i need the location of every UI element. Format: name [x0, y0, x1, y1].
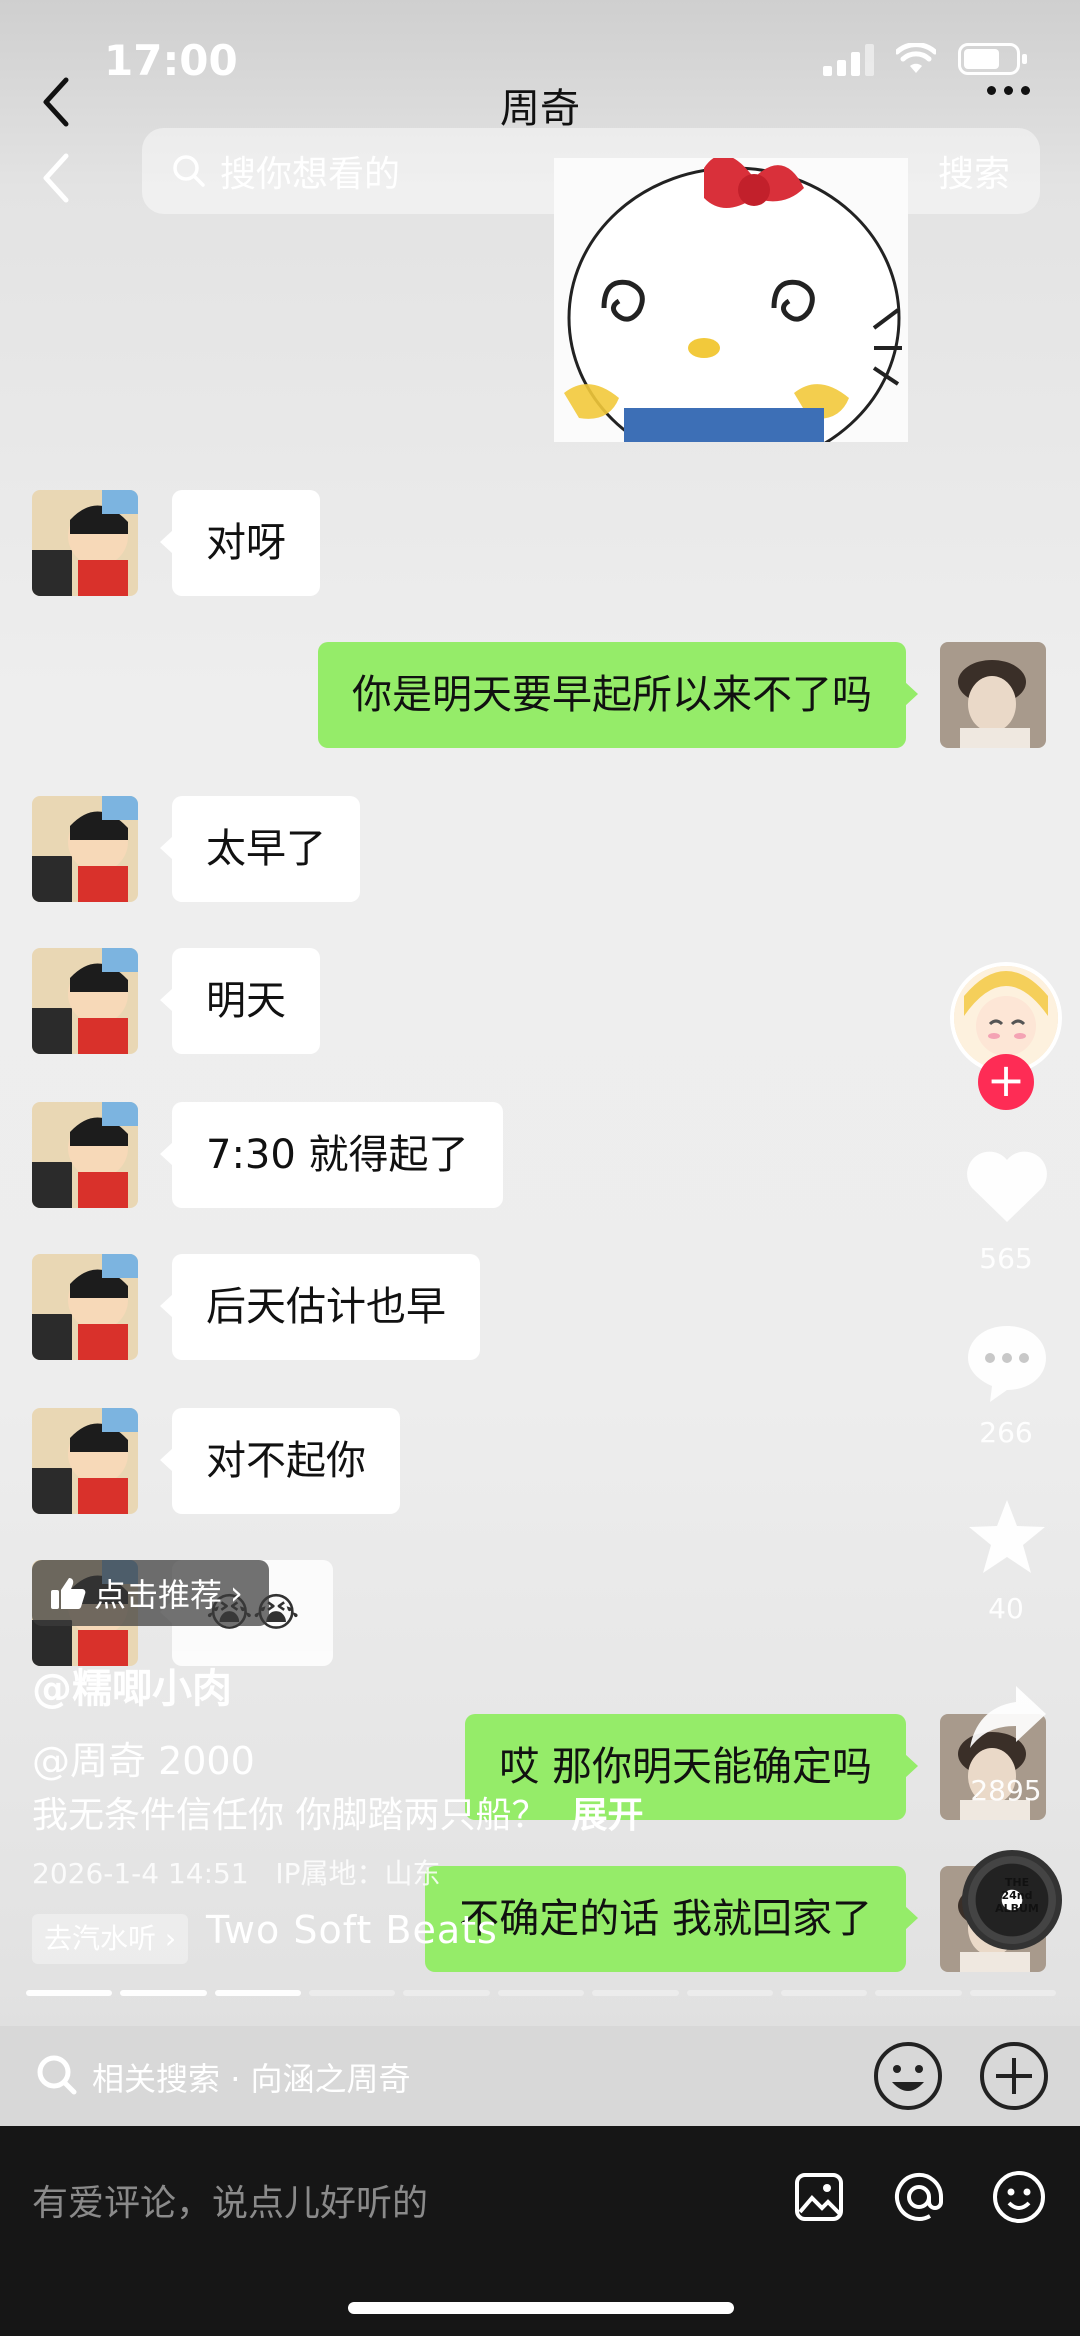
- progress-segment: [120, 1990, 207, 1996]
- related-search-label: 相关搜索: [92, 2060, 221, 2098]
- comment-input[interactable]: 有爱评论，说点儿好听的: [32, 2174, 428, 2226]
- progress-segments: [26, 1990, 1056, 1996]
- my-avatar[interactable]: [940, 642, 1046, 748]
- battery-icon: [958, 43, 1027, 75]
- message-bubble-outgoing[interactable]: 你是明天要早起所以来不了吗: [318, 642, 918, 748]
- signal-icon: [823, 42, 874, 76]
- music-tag-label: 去汽水听: [44, 1922, 157, 1955]
- wifi-icon: [896, 43, 936, 73]
- thumbs-up-icon: [51, 1578, 86, 1609]
- favorite-count: 40: [988, 1592, 1024, 1625]
- share-icon[interactable]: [966, 1680, 1050, 1752]
- progress-segment: [497, 1990, 585, 1996]
- progress-segment: [403, 1990, 490, 1996]
- progress-segment: [686, 1990, 773, 1996]
- progress-segment: [969, 1990, 1056, 1996]
- message-bubble[interactable]: 太早了: [160, 796, 360, 902]
- related-search-query: 向涵之周奇: [250, 2060, 411, 2098]
- status-icons: [823, 42, 1027, 76]
- author-name[interactable]: @糯唧小肉: [32, 1656, 232, 1714]
- progress-segment: [214, 1990, 302, 1996]
- like-icon[interactable]: [964, 1148, 1050, 1226]
- music-title[interactable]: Two Soft Beats: [206, 1908, 498, 1952]
- search-icon: [173, 155, 205, 187]
- search-icon: [37, 2055, 77, 2095]
- share-count: 2895: [970, 1774, 1042, 1807]
- follow-button[interactable]: +: [978, 1054, 1034, 1110]
- description-text: 我无条件信任你 你脚踏两只船？: [32, 1795, 548, 1836]
- message-bubble[interactable]: 对呀: [160, 490, 320, 596]
- related-search-text[interactable]: 相关搜索 · 向涵之周奇: [92, 2054, 411, 2100]
- progress-segment: [26, 1990, 113, 1996]
- contact-avatar[interactable]: [32, 490, 138, 596]
- contact-avatar[interactable]: [32, 948, 138, 1054]
- hello-kitty-sticker-icon: [554, 158, 908, 442]
- contact-avatar[interactable]: [32, 1254, 138, 1360]
- at-mention-icon[interactable]: [892, 2170, 946, 2224]
- progress-segment: [309, 1990, 396, 1996]
- emoji-icon[interactable]: [872, 2040, 944, 2112]
- progress-segment: [592, 1990, 679, 1996]
- recommend-label: 点击推荐: [94, 1576, 223, 1614]
- progress-segment: [875, 1990, 962, 1996]
- comment-count: 266: [979, 1416, 1033, 1449]
- recommend-pill[interactable]: 点击推荐 ›: [32, 1560, 269, 1626]
- add-icon[interactable]: [978, 2040, 1050, 2112]
- search-placeholder: 搜你想看的: [220, 154, 401, 195]
- post-meta: 2026-1-4 14:51 IP属地：山东: [32, 1852, 441, 1892]
- progress-segment: [780, 1990, 868, 1996]
- more-icon[interactable]: [987, 86, 1030, 95]
- contact-avatar[interactable]: [32, 796, 138, 902]
- album-label: THE 24nd ALBUM: [995, 1876, 1039, 1915]
- chevron-right-icon: ›: [230, 1574, 243, 1612]
- like-count: 565: [979, 1242, 1033, 1275]
- emoji-icon[interactable]: [992, 2170, 1046, 2224]
- search-button[interactable]: 搜索: [938, 145, 1010, 197]
- comment-icon[interactable]: [964, 1322, 1050, 1404]
- message-bubble[interactable]: 对不起你: [160, 1408, 400, 1514]
- post-timestamp: 2026-1-4 14:51: [32, 1857, 249, 1890]
- message-bubble[interactable]: 明天: [160, 948, 320, 1054]
- image-icon[interactable]: [794, 2172, 844, 2222]
- sticker-image[interactable]: [554, 158, 908, 442]
- music-app-tag[interactable]: 去汽水听 ›: [32, 1914, 189, 1964]
- expand-button[interactable]: 展开: [571, 1795, 643, 1836]
- home-indicator[interactable]: [348, 2302, 734, 2314]
- message-bubble[interactable]: 后天估计也早: [160, 1254, 480, 1360]
- video-description: 我无条件信任你 你脚踏两只船？ 展开: [32, 1786, 643, 1838]
- back-icon[interactable]: [36, 150, 76, 206]
- contact-avatar[interactable]: [32, 1408, 138, 1514]
- message-bubble[interactable]: 7:30 就得起了: [160, 1102, 503, 1208]
- contact-avatar[interactable]: [32, 1102, 138, 1208]
- chat-title: 周奇: [500, 86, 580, 132]
- ip-location: IP属地：山东: [275, 1857, 441, 1890]
- favorite-icon[interactable]: [964, 1496, 1050, 1578]
- mention-link[interactable]: @周奇 2000: [32, 1730, 255, 1785]
